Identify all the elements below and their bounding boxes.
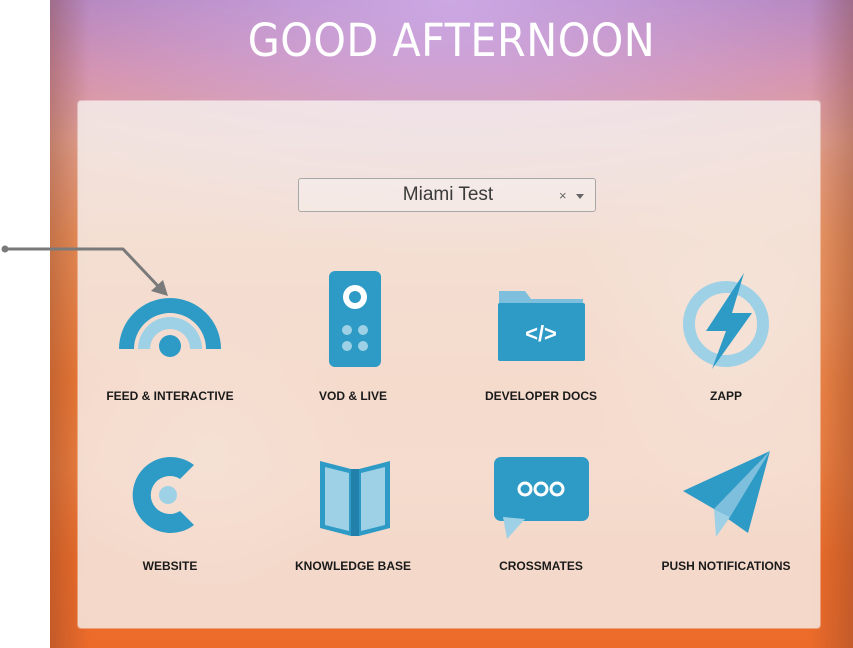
tile-label: KNOWLEDGE BASE (294, 559, 411, 573)
tile-push-notifications[interactable]: PUSH NOTIFICATIONS (636, 451, 816, 591)
chat-bubble-icon (494, 457, 589, 539)
book-icon (320, 461, 390, 536)
tile-label: WEBSITE (142, 559, 198, 573)
tile-zapp[interactable]: ZAPP (636, 269, 816, 409)
tile-label: FEED & INTERACTIVE (106, 389, 234, 403)
dropdown-arrow-icon[interactable] (576, 194, 584, 199)
tile-vod-live[interactable]: VOD & LIVE (263, 269, 443, 409)
feed-icon (119, 298, 221, 357)
tile-label: PUSH NOTIFICATIONS (661, 559, 791, 573)
c-logo-icon (132, 457, 194, 533)
remote-icon (329, 271, 381, 367)
paper-plane-icon (683, 451, 770, 537)
account-selector[interactable]: Miami Test × (298, 178, 596, 212)
tile-knowledge-base[interactable]: KNOWLEDGE BASE (263, 451, 443, 591)
app-background: GOOD AFTERNOON Miami Test × FEED & INTER… (50, 0, 853, 648)
code-folder-icon: </> (498, 291, 585, 361)
lightning-icon (683, 273, 769, 369)
svg-text:</>: </> (525, 321, 557, 346)
tile-label: DEVELOPER DOCS (484, 389, 598, 403)
account-selector-value: Miami Test (402, 184, 494, 205)
launcher-panel: Miami Test × FEED & INTERACTIVE VOD & LI… (78, 101, 820, 628)
tile-crossmates[interactable]: CROSSMATES (451, 451, 631, 591)
greeting-title: GOOD AFTERNOON (247, 14, 656, 67)
tile-feed-interactive[interactable]: FEED & INTERACTIVE (80, 269, 260, 409)
tile-label: ZAPP (709, 389, 742, 403)
clear-selection-icon[interactable]: × (559, 189, 567, 203)
tile-website[interactable]: WEBSITE (80, 451, 260, 591)
tile-label: CROSSMATES (499, 559, 583, 573)
tile-label: VOD & LIVE (318, 389, 387, 403)
tile-developer-docs[interactable]: </> DEVELOPER DOCS (451, 269, 631, 409)
